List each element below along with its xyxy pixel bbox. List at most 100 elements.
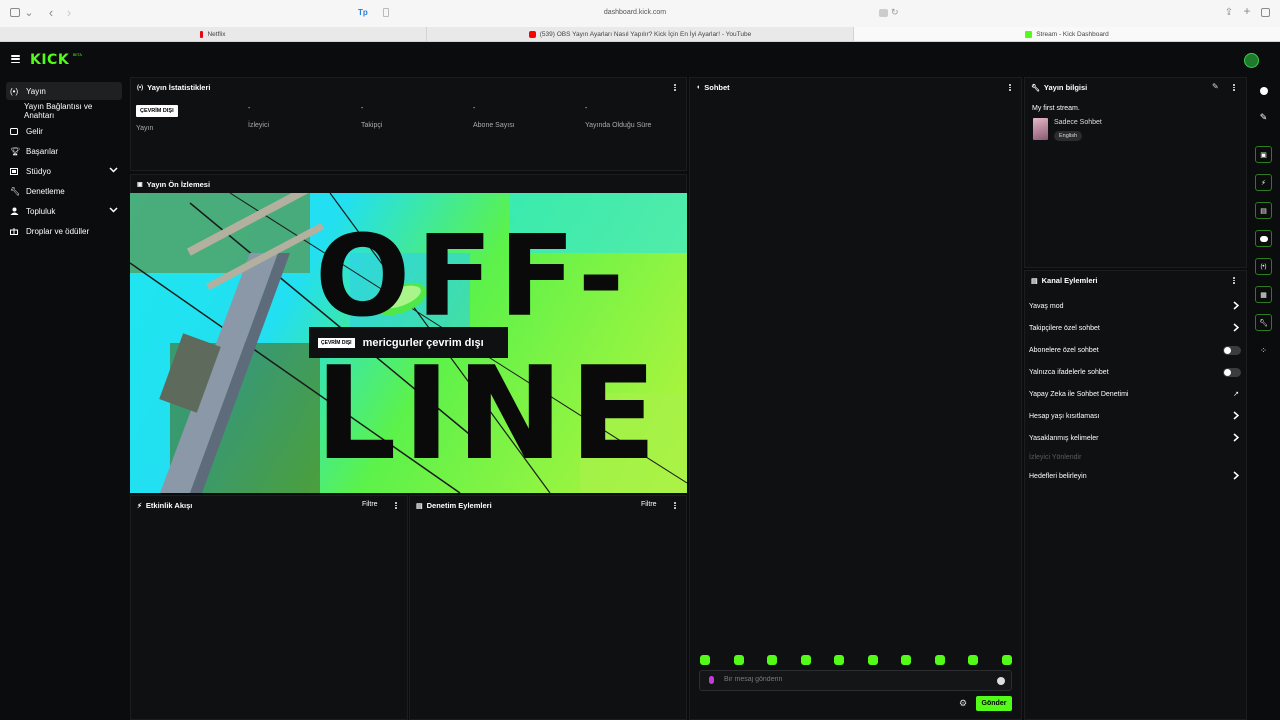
panel-title: 🔧︎ Yayın bilgisi (1031, 83, 1088, 92)
filter-button[interactable]: Filtre (362, 501, 378, 508)
emote-icon[interactable] (834, 655, 845, 665)
emote-icon[interactable] (767, 655, 778, 665)
document-icon[interactable]: ▤ (1255, 202, 1272, 219)
apps-icon[interactable]: ⁘ (1255, 342, 1272, 359)
preview-icon: ▣ (137, 182, 143, 188)
action-emotes-only[interactable]: Yalnızca ifadelerle sohbet (1029, 365, 1241, 379)
back-icon[interactable]: ‹ (46, 5, 56, 20)
send-button[interactable]: Gönder (976, 696, 1012, 711)
info-icon[interactable] (1255, 82, 1272, 99)
stat-label: Abone Sayısı (473, 122, 515, 129)
emote-icon[interactable] (867, 655, 878, 665)
emote-icon[interactable] (733, 655, 744, 665)
emote-icon[interactable] (800, 655, 811, 665)
netflix-favicon-icon (200, 30, 204, 38)
more-options-icon[interactable] (1009, 84, 1012, 91)
more-options-icon[interactable] (395, 502, 398, 509)
action-followers-only[interactable]: Takipçilere özel sohbet (1029, 321, 1241, 335)
gift-icon (6, 227, 20, 235)
chevron-down-icon[interactable]: ⌄ (24, 6, 33, 19)
action-subscribers-only[interactable]: Abonelere özel sohbet (1029, 343, 1241, 357)
sidebar-toggle-icon[interactable] (10, 8, 20, 17)
offline-card-badge: ÇEVRİM DIŞI (318, 337, 355, 348)
tab-youtube[interactable]: (539) OBS Yayın Ayarları Nasıl Yapılır? … (426, 27, 853, 41)
offline-card-text: mericgurler çevrim dışı (362, 336, 484, 349)
chevron-down-icon[interactable] (109, 207, 118, 213)
sidebar-item-gelir[interactable]: Gelir (6, 122, 122, 140)
stat-value: - (473, 105, 476, 112)
action-banned-words[interactable]: Yasaklanmış kelimeler (1029, 431, 1241, 445)
chevron-right-icon (1233, 323, 1239, 332)
chevron-down-icon[interactable] (109, 167, 118, 173)
trophy-icon: 🏆︎ (10, 146, 21, 156)
more-options-icon[interactable] (674, 502, 677, 509)
tab-netflix[interactable]: Netflix (0, 27, 426, 41)
action-ai-moderation[interactable]: Yapay Zeka ile Sohbet Denetimi ↗ (1029, 387, 1241, 401)
sidebar-item-stream-key[interactable]: Yayın Bağlantısı ve Anahtarı (6, 102, 122, 120)
sidebar-item-yayin[interactable]: (•) Yayın (6, 82, 122, 100)
new-tab-icon[interactable]: + (1242, 4, 1252, 18)
emote-icon[interactable] (700, 655, 710, 665)
wrench-icon[interactable]: 🔧︎ (1255, 314, 1272, 331)
layout-icon[interactable]: ▦ (1255, 286, 1272, 303)
broadcast-icon[interactable]: (•) (1255, 258, 1272, 275)
emote-icon[interactable] (1001, 655, 1012, 665)
emote-icon[interactable] (901, 655, 912, 665)
subscribers-only-toggle[interactable] (1223, 346, 1241, 355)
chevron-right-icon (1233, 411, 1239, 420)
wrench-icon: 🔧︎ (1031, 84, 1040, 92)
emote-icon[interactable] (934, 655, 945, 665)
offline-text-line2: LINE (315, 340, 663, 489)
widget-icon[interactable]: ▣ (1255, 146, 1272, 163)
chevron-right-icon (1233, 471, 1239, 480)
more-options-icon[interactable] (1233, 277, 1236, 284)
chat-input[interactable] (724, 676, 984, 683)
url-text: dashboard.kick.com (603, 9, 667, 16)
stat-value: - (585, 105, 588, 112)
mic-icon[interactable] (709, 676, 714, 684)
stat-label: Yayın (136, 125, 154, 132)
edit-icon[interactable]: ✎ (1255, 109, 1272, 126)
action-account-age[interactable]: Hesap yaşı kısıtlaması (1029, 409, 1241, 423)
filter-button[interactable]: Filtre (641, 501, 657, 508)
emoji-icon[interactable] (997, 677, 1005, 685)
category-thumbnail (1033, 118, 1048, 140)
menu-icon[interactable] (11, 55, 20, 63)
more-options-icon[interactable] (1233, 84, 1236, 91)
action-slow-mode[interactable]: Yavaş mod (1029, 299, 1241, 313)
share-icon[interactable]: ⇪ (1224, 6, 1234, 18)
panel-title: ▤ Denetim Eylemleri (416, 501, 492, 510)
extension-icon[interactable] (879, 9, 888, 17)
tab-label: (539) OBS Yayın Ayarları Nasıl Yapılır? … (539, 30, 752, 38)
reload-icon[interactable]: ↻ (891, 7, 899, 18)
chat-bubble-icon[interactable] (1255, 230, 1272, 247)
sidebar: (•) Yayın Yayın Bağlantısı ve Anahtarı G… (0, 77, 128, 720)
kick-logo[interactable]: KICK (30, 52, 69, 68)
sidebar-item-droplar[interactable]: Droplar ve ödüller (6, 222, 122, 240)
wrench-icon: 🔧︎ (10, 186, 21, 196)
panel-title: ◖ Sohbet (696, 83, 730, 92)
sidebar-item-basarilar[interactable]: 🏆︎ Başarılar (6, 142, 122, 160)
more-options-icon[interactable] (674, 84, 677, 91)
sidebar-item-topluluk[interactable]: Topluluk (6, 202, 122, 220)
tab-kick-dashboard[interactable]: Stream - Kick Dashboard (853, 27, 1280, 41)
studio-icon (6, 167, 20, 175)
chevron-right-icon (1233, 301, 1239, 310)
sidebar-item-denetleme[interactable]: 🔧︎ Denetleme (6, 182, 122, 200)
stat-value: - (361, 105, 364, 112)
tab-label: Stream - Kick Dashboard (1036, 30, 1109, 38)
chat-input-box[interactable] (699, 670, 1012, 691)
address-bar[interactable]: Tp dashboard.kick.com ↻ (355, 4, 915, 23)
forward-icon[interactable]: › (64, 5, 74, 20)
bolt-icon[interactable]: ⚡︎ (1255, 174, 1272, 191)
sidebar-item-studyo[interactable]: Stüdyo (6, 162, 122, 180)
edit-icon[interactable]: ✎ (1212, 82, 1219, 91)
action-set-goals[interactable]: Hedefleri belirleyin (1029, 469, 1241, 483)
emotes-only-toggle[interactable] (1223, 368, 1241, 377)
chat-settings-icon[interactable]: ⚙︎ (959, 698, 967, 709)
preview-panel: ▣ Yayın Ön İzlemesi (130, 174, 687, 194)
tab-overview-icon[interactable] (1261, 8, 1270, 17)
right-rail: ✎ ▣ ⚡︎ ▤ (•) ▦ 🔧︎ ⁘ (1252, 77, 1280, 720)
avatar[interactable] (1244, 53, 1259, 68)
emote-icon[interactable] (968, 655, 979, 665)
